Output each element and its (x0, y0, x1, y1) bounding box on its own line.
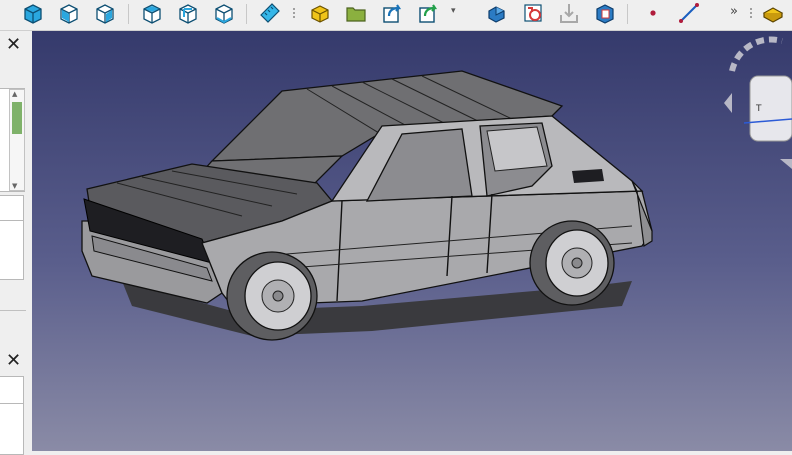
report-header (0, 376, 24, 405)
view-top-button[interactable] (90, 0, 118, 26)
workbench-icon (762, 7, 784, 23)
point-icon (650, 10, 656, 16)
tree-scrollbar[interactable]: ▲ ▼ (9, 89, 25, 191)
toolbar-separator (246, 4, 247, 24)
front-wheel-icon (226, 251, 318, 341)
fit-all-icon (24, 4, 42, 24)
toolbar-separator (627, 4, 628, 24)
top-view-icon (96, 4, 114, 24)
car-model-icon[interactable] (32, 31, 792, 451)
bottom-view-icon (215, 4, 233, 24)
navigation-cube-icon[interactable]: T (722, 31, 792, 181)
body-button[interactable] (482, 0, 510, 26)
folder-icon (346, 7, 366, 22)
rear-view-icon (179, 4, 197, 24)
link-icon (383, 4, 402, 23)
group-button[interactable] (341, 0, 369, 26)
scroll-down-icon[interactable]: ▼ (12, 182, 17, 190)
sketch-button[interactable] (518, 0, 546, 26)
right-view-icon (143, 4, 161, 24)
link-actions-dropdown[interactable]: ▾ (451, 6, 456, 16)
report-panel[interactable] (0, 403, 24, 455)
workbench-button[interactable] (758, 0, 786, 26)
toolbar-grip[interactable] (292, 6, 296, 20)
view-bottom-button[interactable] (209, 0, 237, 26)
view-right-button[interactable] (137, 0, 165, 26)
export-icon (596, 4, 614, 24)
line-icon (679, 3, 699, 23)
rear-wheel-icon (529, 220, 615, 306)
sketch-icon (524, 4, 542, 22)
left-dock: ✕ ▲ ▼ ✕ (0, 31, 32, 455)
toolbar-overflow-button[interactable]: » (730, 4, 738, 19)
dock-divider (0, 310, 26, 311)
toolbar-separator (128, 4, 129, 24)
point-button[interactable] (638, 0, 666, 26)
scrollbar-thumb[interactable] (12, 102, 22, 134)
part-button[interactable] (305, 0, 333, 26)
scroll-up-icon[interactable]: ▲ (12, 90, 17, 98)
property-header (0, 195, 24, 222)
view-rear-button[interactable] (173, 0, 201, 26)
link-actions-icon (419, 4, 438, 23)
close-panel-button[interactable]: ✕ (6, 36, 21, 54)
import-button[interactable] (554, 0, 582, 26)
main-toolbar: ▾ » (0, 0, 792, 31)
part-icon (311, 5, 329, 23)
measure-button[interactable] (255, 0, 283, 26)
line-button[interactable] (674, 0, 702, 26)
svg-text:T: T (755, 104, 762, 114)
property-panel[interactable] (0, 220, 24, 280)
front-view-icon (60, 4, 78, 24)
ruler-icon (260, 3, 280, 23)
link-button[interactable] (377, 0, 405, 26)
3d-viewport[interactable]: T (32, 31, 792, 451)
view-front-button[interactable] (54, 0, 82, 26)
body-icon (488, 6, 505, 23)
close-panel-button[interactable]: ✕ (6, 352, 21, 370)
import-icon (560, 4, 578, 23)
link-actions-button[interactable] (413, 0, 441, 26)
toolbar-grip[interactable] (749, 6, 753, 20)
export-button[interactable] (590, 0, 618, 26)
view-fit-all-button[interactable] (18, 0, 46, 26)
